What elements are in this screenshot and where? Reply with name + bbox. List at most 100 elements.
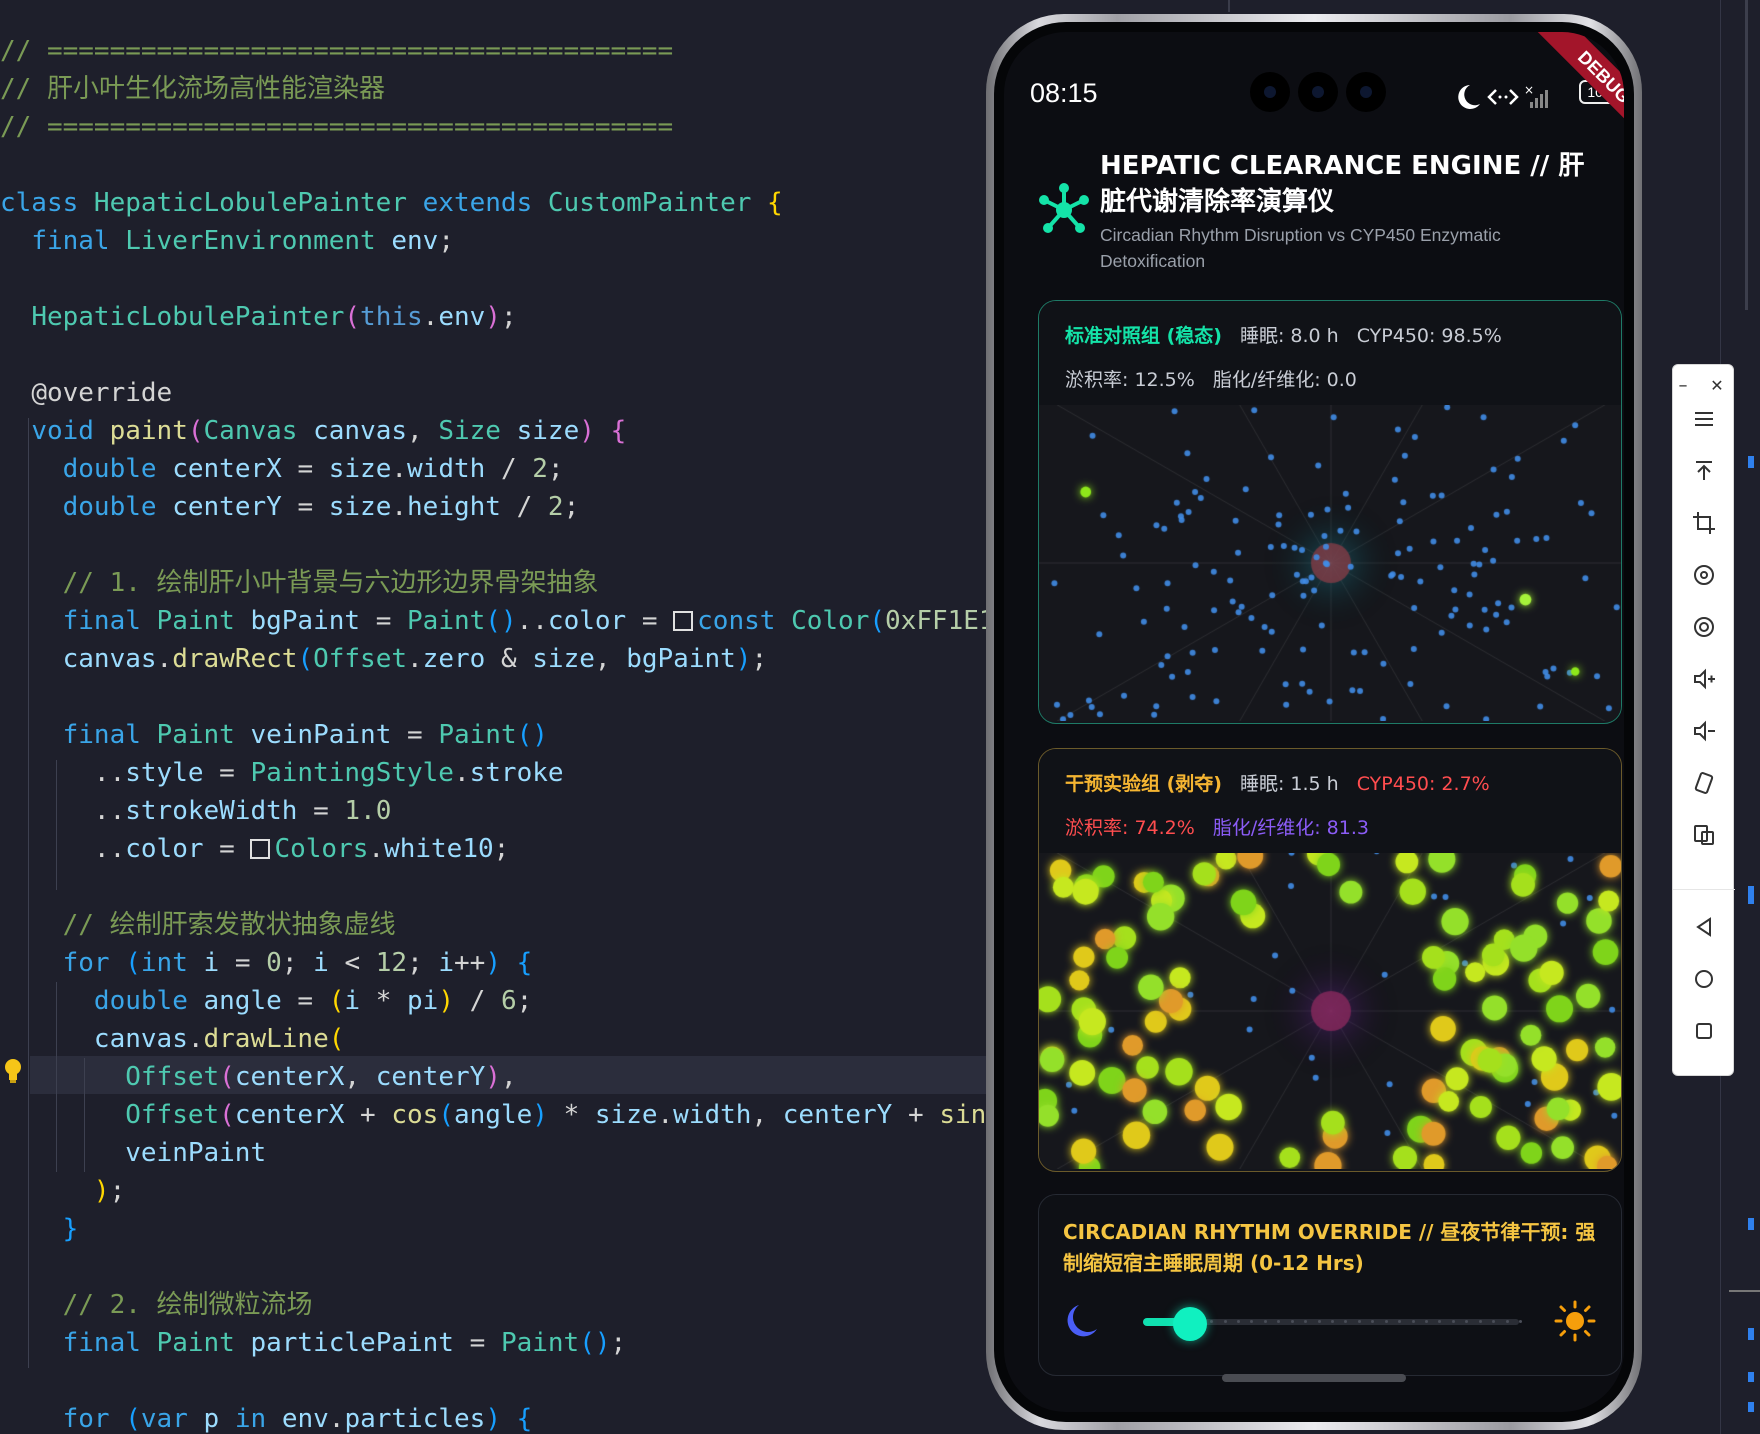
multi-display-button[interactable] [1673, 815, 1735, 855]
status-time: 08:15 [1030, 78, 1098, 108]
code-token: centerY [375, 1062, 486, 1092]
code-token: Paint [156, 1328, 251, 1358]
signal-icon [1530, 102, 1533, 108]
slider-tick [1478, 1320, 1482, 1323]
code-line[interactable]: final LiverEnvironment env; [0, 222, 1000, 260]
code-token: ) [532, 1100, 564, 1130]
code-line[interactable]: Offset(centerX + cos(angle) * size.width… [0, 1096, 1000, 1134]
code-token: cos [391, 1100, 439, 1130]
code-line[interactable]: for (int i = 0; i < 12; i++) { [0, 944, 1000, 982]
editor-scrollbar[interactable] [1745, 0, 1748, 310]
code-line[interactable] [0, 678, 1000, 716]
code-line[interactable]: Offset(centerX, centerY), [0, 1058, 1000, 1096]
code-line[interactable]: // 2. 绘制微粒流场 [0, 1286, 1000, 1324]
volume-down-icon [1694, 720, 1715, 742]
moon-status-icon [1458, 85, 1480, 109]
code-token: double [93, 986, 204, 1016]
code-token: ; [610, 1328, 627, 1358]
code-token: ( [344, 302, 361, 332]
volume-down-button[interactable] [1673, 711, 1735, 751]
code-token: // 2. 绘制微粒流场 [62, 1290, 313, 1320]
code-line[interactable] [0, 336, 1000, 374]
overview-button[interactable] [1673, 1011, 1735, 1051]
code-line[interactable]: @override [0, 374, 1000, 412]
code-token: env [281, 1404, 329, 1434]
code-token: style [125, 758, 220, 788]
code-line[interactable]: } [0, 1210, 1000, 1248]
code-token: centerX [234, 1062, 345, 1092]
card-header: 干预实验组 (剥夺) 睡眠: 1.5 h CYP450: 2.7% 淤积率: 74.… [1039, 749, 1621, 853]
code-line[interactable] [0, 260, 1000, 298]
phone-screen[interactable]: 08:15 × 100 DEBUG [1004, 32, 1624, 1412]
code-line[interactable] [0, 1362, 1000, 1400]
code-line[interactable]: // 1. 绘制肝小叶背景与六边形边界骨架抽象 [0, 564, 1000, 602]
code-line[interactable]: // 肝小叶生化流场高性能渲染器 [0, 70, 1000, 108]
code-token: // 肝小叶生化流场高性能渲染器 [0, 74, 385, 104]
code-line[interactable]: final Paint bgPaint = Paint()..color = c… [0, 602, 1000, 640]
code-line[interactable] [0, 526, 1000, 564]
code-line[interactable]: HepaticLobulePainter(this.env); [0, 298, 1000, 336]
code-line[interactable]: final Paint particlePaint = Paint(); [0, 1324, 1000, 1362]
code-content[interactable]: // =====================================… [0, 32, 1000, 1434]
back-button[interactable] [1673, 907, 1735, 947]
menu-button[interactable] [1673, 399, 1735, 439]
code-editor[interactable]: // =====================================… [0, 0, 1000, 1434]
code-line[interactable]: double centerX = size.width / 2; [0, 450, 1000, 488]
change-marker [1748, 886, 1754, 904]
pin-top-button[interactable] [1673, 451, 1735, 491]
code-token: ( [328, 986, 345, 1016]
code-token: , [407, 416, 439, 446]
code-line[interactable]: ); [0, 1172, 1000, 1210]
code-token: i [313, 948, 345, 978]
home-button[interactable] [1673, 959, 1735, 999]
code-line[interactable]: void paint(Canvas canvas, Size size) { [0, 412, 1000, 450]
code-token: ( [869, 606, 886, 636]
code-token: env [391, 226, 439, 256]
code-token: ( [187, 416, 204, 446]
code-token: ) [485, 302, 501, 332]
code-line[interactable]: ..style = PaintingStyle.stroke [0, 754, 1000, 792]
code-line[interactable]: double centerY = size.height / 2; [0, 488, 1000, 526]
crop-button[interactable] [1673, 503, 1735, 543]
code-token: final [31, 226, 126, 256]
code-line[interactable] [0, 1248, 1000, 1286]
code-line[interactable]: final Paint veinPaint = Paint() [0, 716, 1000, 754]
code-token: CustomPainter [547, 188, 768, 218]
color-swatch[interactable] [250, 839, 271, 859]
code-token: Paint [438, 720, 517, 750]
code-line[interactable] [0, 146, 1000, 184]
code-line[interactable]: for (var p in env.particles) { [0, 1400, 1000, 1434]
sleep-hours-slider[interactable] [1143, 1307, 1522, 1341]
lightbulb-icon[interactable] [4, 1058, 22, 1084]
code-token: centerX [172, 454, 298, 484]
code-line[interactable]: ..strokeWidth = 1.0 [0, 792, 1000, 830]
code-token: // 1. 绘制肝小叶背景与六边形边界骨架抽象 [62, 568, 599, 598]
code-token: i [344, 986, 376, 1016]
screenshot-button[interactable] [1673, 607, 1735, 647]
code-token: HepaticLobulePainter [93, 188, 423, 218]
code-line[interactable]: // =====================================… [0, 32, 1000, 70]
code-line[interactable]: canvas.drawLine( [0, 1020, 1000, 1058]
code-token: * [563, 1100, 595, 1130]
rotate-button[interactable] [1673, 555, 1735, 595]
code-line[interactable] [0, 868, 1000, 906]
code-line[interactable]: // 绘制肝索发散状抽象虚线 [0, 906, 1000, 944]
code-line[interactable]: double angle = (i * pi) / 6; [0, 982, 1000, 1020]
code-token: canvas [93, 1024, 188, 1054]
code-line[interactable]: ..color = Colors.white10; [0, 830, 1000, 868]
home-indicator[interactable] [1222, 1374, 1406, 1382]
code-line[interactable]: canvas.drawRect(Offset.zero & size, bgPa… [0, 640, 1000, 678]
code-line[interactable]: class HepaticLobulePainter extends Custo… [0, 184, 1000, 222]
minimize-icon: – [1678, 374, 1688, 396]
code-token: ; [109, 1176, 126, 1206]
rotate-device-button[interactable] [1673, 763, 1735, 803]
overview-icon [1696, 1023, 1712, 1039]
slider-thumb[interactable] [1173, 1307, 1207, 1341]
code-line[interactable]: // =====================================… [0, 108, 1000, 146]
volume-up-button[interactable] [1673, 659, 1735, 699]
color-swatch[interactable] [673, 611, 694, 631]
code-line[interactable]: veinPaint [0, 1134, 1000, 1172]
